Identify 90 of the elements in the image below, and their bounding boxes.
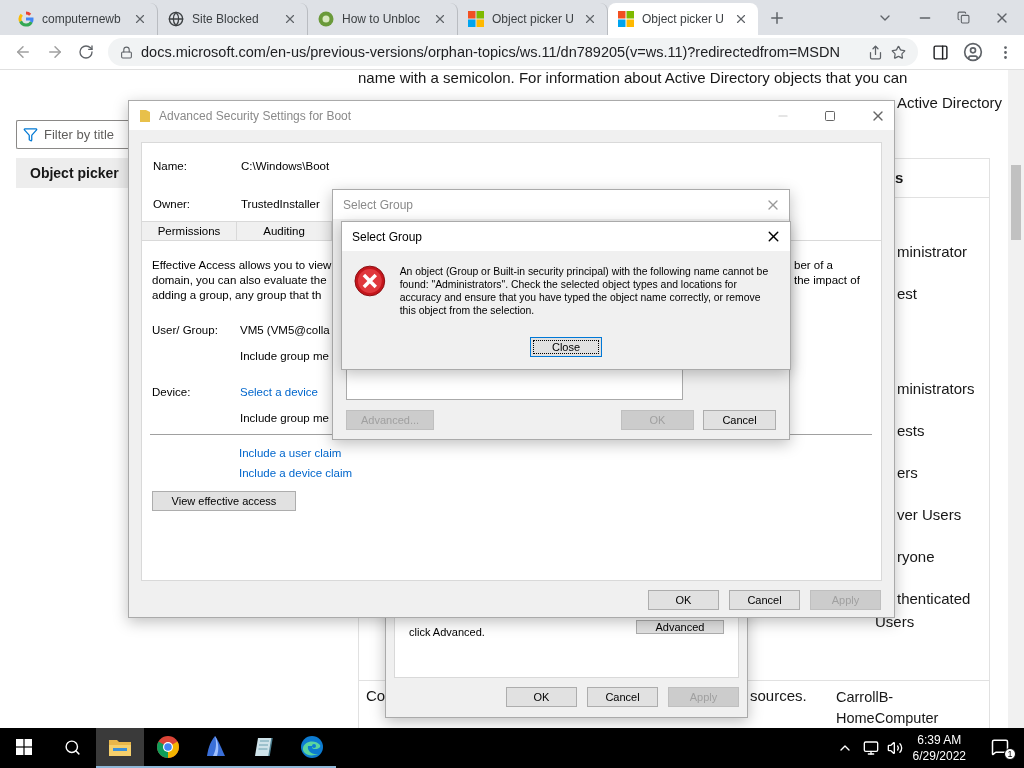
field-label: Device: — [152, 386, 191, 398]
table-header: s — [895, 169, 904, 186]
claim-link[interactable]: Include a user claim — [239, 447, 871, 459]
table-cell: Co — [366, 687, 386, 704]
back-icon[interactable] — [14, 43, 32, 61]
description-text: domain, you can also evaluate the — [152, 273, 327, 288]
folder-icon — [139, 108, 151, 123]
badge-icon — [318, 11, 334, 27]
table-cell: ver Users — [897, 506, 962, 523]
star-icon[interactable] — [891, 44, 906, 60]
description-text: ber of a — [794, 258, 833, 273]
advanced-button[interactable]: Advanced — [636, 620, 724, 634]
table-cell: ers — [897, 464, 918, 481]
table-cell: thenticated — [897, 590, 971, 607]
window-title: Select Group — [352, 229, 424, 244]
dialog-button[interactable]: OK — [506, 687, 577, 707]
browser-tab[interactable]: Object picker U — [608, 3, 758, 35]
taskbar-app[interactable] — [96, 728, 144, 768]
restore-icon[interactable] — [957, 11, 970, 24]
folder-icon — [108, 737, 132, 757]
filter-icon — [23, 127, 38, 142]
browser-tab[interactable]: Object picker U — [458, 3, 608, 35]
table-cell: ministrator — [897, 243, 967, 260]
sail-icon — [205, 735, 227, 759]
new-tab-icon[interactable] — [768, 9, 786, 27]
dialog-button[interactable]: Cancel — [703, 410, 776, 430]
dialog-button[interactable]: Cancel — [587, 687, 658, 707]
note-text: click Advanced. — [409, 625, 485, 640]
dialog-button[interactable]: Cancel — [729, 590, 800, 610]
search-icon — [63, 738, 81, 756]
windows-squares-icon — [618, 11, 634, 27]
checkbox-label: Include group me — [240, 350, 329, 362]
description-text: Effective Access allows you to view — [152, 258, 332, 273]
select-device-link[interactable]: Select a device — [240, 386, 318, 398]
field-label: User/ Group: — [152, 324, 218, 336]
dialog-tab[interactable]: Auditing — [237, 221, 332, 240]
table-cell: est — [897, 285, 917, 302]
table-cell: ests — [897, 422, 925, 439]
forward-icon[interactable] — [46, 43, 64, 61]
address-field[interactable]: docs.microsoft.com/en-us/previous-versions/orphan-topics/ws.11/dn789205(v=ws.11)?redirectedfrom=MSDN — [108, 38, 918, 66]
table-cell: Users — [875, 613, 915, 630]
claim-link[interactable]: Include a device claim — [239, 467, 871, 479]
google-icon — [18, 11, 34, 27]
page-text: name with a semicolon. For information about Active Directory objects that you can — [358, 70, 908, 86]
notifications-button[interactable]: 1 — [976, 728, 1024, 768]
browser-tab[interactable]: Site Blocked — [158, 3, 308, 35]
filter-field[interactable]: Filter by title — [16, 120, 128, 149]
notepad-icon — [253, 736, 275, 758]
view-access-button[interactable]: View effective access — [152, 491, 296, 511]
close-button[interactable]: Close — [530, 337, 602, 357]
error-message: An object (Group or Built-in security principal) with the following name cannot be found: "Administrators". Check the selected object types and locations for accuracy and ensure that you have typed the object name correctly, or remove this object from the selection. — [399, 265, 770, 317]
scrollbar-thumb[interactable] — [1011, 165, 1021, 240]
windows-logo-icon — [16, 739, 32, 755]
message-icon — [991, 738, 1009, 756]
table-cell-text: CarrollB-HomeComputer — [836, 688, 940, 728]
field-value: TrustedInstaller — [241, 198, 320, 212]
field-label: Name: — [153, 160, 187, 174]
checkbox-label: Include group me — [240, 412, 329, 424]
volume-icon[interactable] — [886, 740, 903, 756]
windows-squares-icon — [468, 11, 484, 27]
lock-icon — [120, 45, 133, 59]
description-text: adding a group, any group that th — [152, 288, 322, 303]
toc-item[interactable]: Object picker — [16, 158, 128, 188]
profile-icon[interactable] — [963, 42, 983, 62]
page-text: Active Directory — [897, 94, 1003, 111]
table-cell: ministrators — [897, 380, 975, 397]
close-icon[interactable] — [734, 12, 748, 26]
clock[interactable]: 6:39 AM 6/29/2022 — [902, 732, 976, 764]
maximize-icon[interactable] — [824, 109, 836, 122]
dialog-tab[interactable]: Permissions — [142, 221, 237, 240]
chrome-icon — [156, 735, 180, 759]
network-icon[interactable] — [862, 740, 879, 756]
reload-icon[interactable] — [78, 44, 94, 60]
error-icon — [354, 265, 386, 297]
window-title: Select Group — [343, 197, 415, 212]
notification-badge: 1 — [1004, 748, 1016, 760]
share-icon[interactable] — [868, 44, 883, 60]
browser-tab[interactable]: How to Unbloc — [308, 3, 458, 35]
description-text: the impact of — [794, 273, 860, 288]
table-cell: ryone — [897, 548, 935, 565]
dialog-button[interactable]: OK — [648, 590, 719, 610]
browser-tab[interactable]: computernewb — [8, 3, 158, 35]
table-cell: sources. — [750, 687, 807, 704]
field-value: C:\Windows\Boot — [241, 160, 330, 174]
edge-icon — [300, 735, 324, 759]
field-label: Owner: — [153, 198, 191, 212]
globe-icon — [168, 11, 184, 27]
window-title: Advanced Security Settings for Boot — [159, 108, 353, 123]
field-value: VM5 (VM5@colla — [240, 324, 330, 336]
side-panel-icon[interactable] — [932, 43, 949, 61]
